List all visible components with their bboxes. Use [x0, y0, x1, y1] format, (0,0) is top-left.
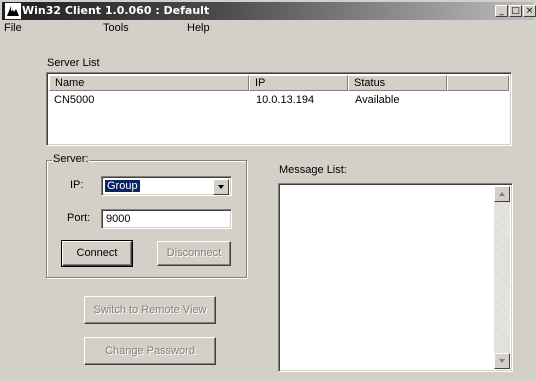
scroll-down-button[interactable]: [494, 353, 510, 369]
server-group-label: Server:: [52, 153, 90, 165]
menu-help[interactable]: Help: [187, 22, 210, 34]
column-header-name[interactable]: Name: [49, 75, 249, 91]
combo-dropdown-button[interactable]: [213, 179, 229, 195]
column-header-filler: [447, 75, 509, 91]
app-icon: [5, 3, 21, 19]
switch-remote-view-button[interactable]: Switch to Remote View: [84, 296, 216, 324]
chevron-down-icon: [218, 185, 224, 189]
app-window: Win32 Client 1.0.060 : Default _ □ × Fil…: [0, 0, 536, 381]
ip-label: IP:: [70, 179, 84, 191]
server-list-label: Server List: [47, 57, 100, 69]
scroll-down-icon: [499, 359, 505, 363]
server-status-cell: Available: [355, 94, 400, 106]
port-field-value: 9000: [106, 213, 131, 225]
server-list[interactable]: Name IP Status CN5000 10.0.13.194 Availa…: [46, 72, 512, 146]
scroll-up-icon: [499, 192, 505, 196]
port-label: Port:: [67, 212, 91, 224]
disconnect-button[interactable]: Disconnect: [157, 241, 231, 266]
window-title: Win32 Client 1.0.060 : Default: [22, 4, 210, 17]
ip-combobox-value: Group: [105, 180, 140, 192]
close-button[interactable]: ×: [523, 5, 536, 17]
change-password-button[interactable]: Change Password: [84, 337, 216, 365]
message-list-scrollbar[interactable]: [494, 186, 510, 369]
menu-tools[interactable]: Tools: [103, 22, 129, 34]
disconnect-button-label: Disconnect: [166, 247, 222, 259]
change-password-label: Change Password: [105, 345, 195, 357]
title-bar[interactable]: Win32 Client 1.0.060 : Default _ □ ×: [2, 2, 536, 20]
minimize-button[interactable]: _: [495, 5, 508, 17]
ip-combobox[interactable]: Group: [101, 176, 232, 196]
message-list[interactable]: [278, 183, 513, 372]
menu-bar: File Tools Help: [0, 20, 536, 38]
message-list-label: Message List:: [279, 164, 347, 176]
connect-button[interactable]: Connect: [61, 240, 133, 267]
maximize-button[interactable]: □: [509, 5, 522, 17]
port-field[interactable]: 9000: [101, 209, 232, 229]
server-ip-cell: 10.0.13.194: [256, 94, 315, 106]
scroll-up-button[interactable]: [494, 186, 510, 202]
column-header-status[interactable]: Status: [348, 75, 447, 91]
connect-button-label: Connect: [76, 247, 118, 259]
switch-remote-view-label: Switch to Remote View: [93, 304, 207, 316]
column-header-ip[interactable]: IP: [249, 75, 348, 91]
menu-file[interactable]: File: [4, 22, 22, 34]
server-name-cell: CN5000: [54, 94, 95, 106]
